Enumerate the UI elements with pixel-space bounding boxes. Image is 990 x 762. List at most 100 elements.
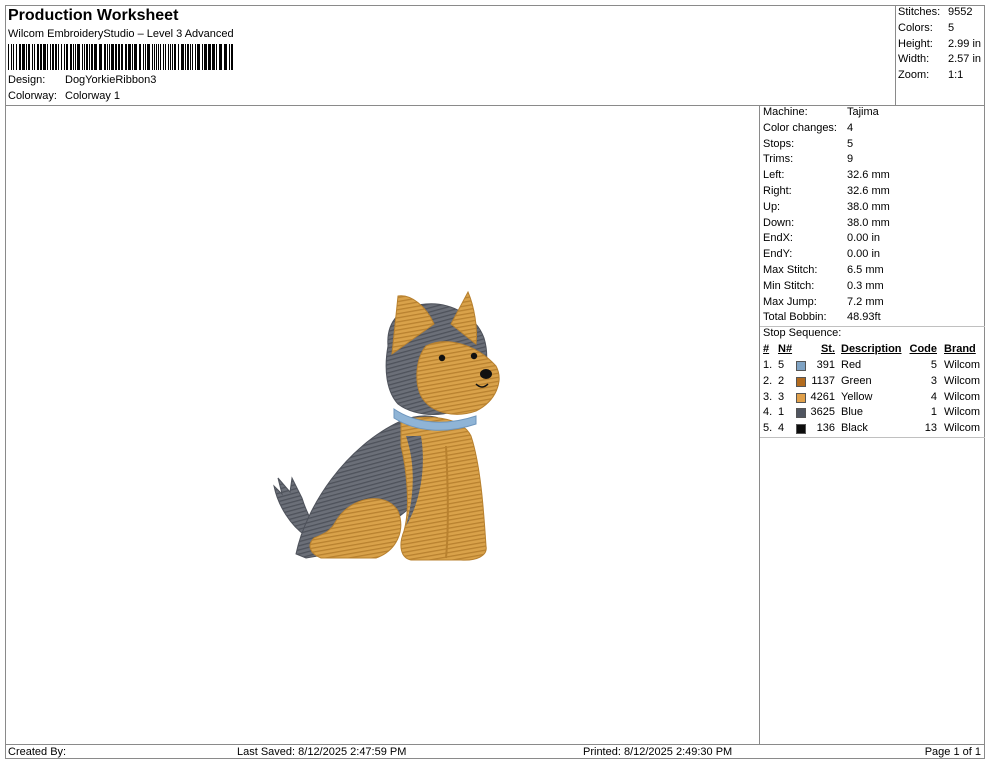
row-description: Red (841, 359, 862, 371)
info-value: 0.00 in (847, 232, 881, 245)
barcode-bar (82, 44, 83, 70)
info-label: Max Jump: (763, 295, 817, 308)
info-row: Color changes: 4 (763, 122, 853, 134)
info-row: Left: 32.6 mm (763, 169, 890, 181)
info-row: Down: 38.0 mm (763, 217, 890, 229)
row-needle: 4 (778, 422, 785, 435)
info-row: Max Jump: 7.2 mm (763, 296, 884, 308)
barcode-bar (185, 44, 186, 70)
info-value: 32.6 mm (847, 185, 890, 197)
row-needle: 5 (778, 359, 785, 371)
info-value: 6.5 mm (847, 264, 884, 276)
software-subtitle: Wilcom EmbroideryStudio – Level 3 Advanc… (8, 28, 234, 40)
info-row: EndX: 0.00 in (763, 232, 880, 244)
color-swatch (796, 424, 806, 435)
barcode-bar (111, 44, 114, 70)
row-number: 3. (763, 390, 773, 403)
row-brand: Wilcom (944, 374, 981, 387)
design-info-panel: Machine: Tajima Color changes: 4 Stops: 5 Trim… (759, 106, 985, 744)
row-brand: Wilcom (944, 422, 981, 435)
barcode-bar (190, 44, 191, 70)
barcode-bar (50, 44, 51, 70)
info-label: Left: (763, 169, 785, 182)
barcode-bar (13, 44, 14, 70)
info-label: Up: (763, 200, 781, 213)
barcode-bar (84, 44, 85, 70)
stat-stitches: Stitches: 9552 (898, 6, 973, 18)
barcode-bar (154, 44, 155, 70)
design-value: DogYorkieRibbon3 (65, 74, 157, 86)
barcode-bar (132, 44, 133, 70)
barcode-bar (94, 44, 97, 70)
barcode-bar (8, 44, 9, 70)
barcode-bar (61, 44, 62, 70)
col-code: Code (909, 343, 938, 355)
barcode-bar (26, 44, 27, 70)
design-stats: Stitches: 9552 Colors: 5 Height: 2.99 in Wi… (895, 6, 986, 105)
row-needle: 3 (778, 390, 785, 403)
barcode-bar (121, 44, 123, 70)
info-label: EndX: (763, 232, 793, 245)
barcode-bar (55, 44, 57, 70)
barcode-bar (160, 44, 161, 70)
barcode-bar (195, 44, 196, 70)
barcode-bar (147, 44, 150, 70)
barcode-bar (216, 44, 217, 70)
yorkie-dog (273, 290, 500, 561)
page-number: Page 1 of 1 (924, 746, 981, 758)
stat-colors: Colors: 5 (898, 22, 955, 34)
colorway-row: Colorway: Colorway 1 (8, 90, 120, 102)
row-stitches: 4261 (810, 390, 835, 403)
info-row: Trims: 9 (763, 153, 853, 165)
barcode-bar (34, 44, 35, 70)
barcode-bar (125, 44, 127, 70)
barcode-bar (91, 44, 93, 70)
barcode-bar (89, 44, 90, 70)
barcode-bar (192, 44, 193, 70)
printed-date: Printed: 8/12/2025 2:49:30 PM (583, 746, 733, 758)
col-needle: N# (778, 343, 793, 355)
info-label: Down: (763, 216, 795, 229)
colorway-label: Colorway: (8, 90, 57, 102)
stop-sequence-row: 2. 2 1137 Green 3 Wilcom (760, 375, 985, 390)
color-swatch (796, 408, 806, 419)
barcode-bar (204, 44, 207, 70)
worksheet-footer: Created By: Last Saved: 8/12/2025 2:47:5… (6, 744, 984, 760)
barcode-bar (170, 44, 171, 70)
barcode-bar (40, 44, 42, 70)
stop-sequence-row: 3. 3 4261 Yellow 4 Wilcom (760, 391, 985, 406)
barcode-bar (145, 44, 146, 70)
created-by: Created By: (8, 746, 67, 758)
worksheet: Production Worksheet Wilcom EmbroiderySt… (5, 5, 985, 759)
yorkie-embroidery-image (273, 290, 500, 561)
barcode-bar (163, 44, 164, 70)
stat-height: Height: 2.99 in (898, 38, 982, 50)
barcode-bar (77, 44, 80, 70)
row-needle: 1 (778, 406, 785, 419)
info-label: Max Stitch: (763, 264, 818, 276)
row-brand: Wilcom (944, 390, 981, 403)
barcode-bar (37, 44, 39, 70)
row-number: 5. (763, 422, 773, 435)
info-label: EndY: (763, 248, 793, 261)
row-number: 2. (763, 374, 773, 387)
info-label: Total Bobbin: (763, 311, 827, 324)
barcode-bar (19, 44, 21, 70)
info-row: EndY: 0.00 in (763, 248, 880, 260)
barcode-bar (229, 44, 230, 70)
row-needle: 2 (778, 374, 785, 387)
last-saved: Last Saved: 8/12/2025 2:47:59 PM (237, 746, 407, 758)
row-stitches: 136 (816, 422, 835, 435)
barcode-bar (28, 44, 30, 70)
info-row: Stops: 5 (763, 138, 853, 150)
barcode-bar (104, 44, 106, 70)
barcode-bar (224, 44, 227, 70)
barcode-bar (165, 44, 166, 70)
info-label: Color changes: (763, 121, 837, 134)
barcode-bar (107, 44, 108, 70)
info-label: Right: (763, 185, 792, 197)
barcode-bar (16, 44, 17, 70)
barcode-bar (212, 44, 215, 70)
stop-sequence-row: 1. 5 391 Red 5 Wilcom (760, 359, 985, 374)
barcode-bar (219, 44, 222, 70)
